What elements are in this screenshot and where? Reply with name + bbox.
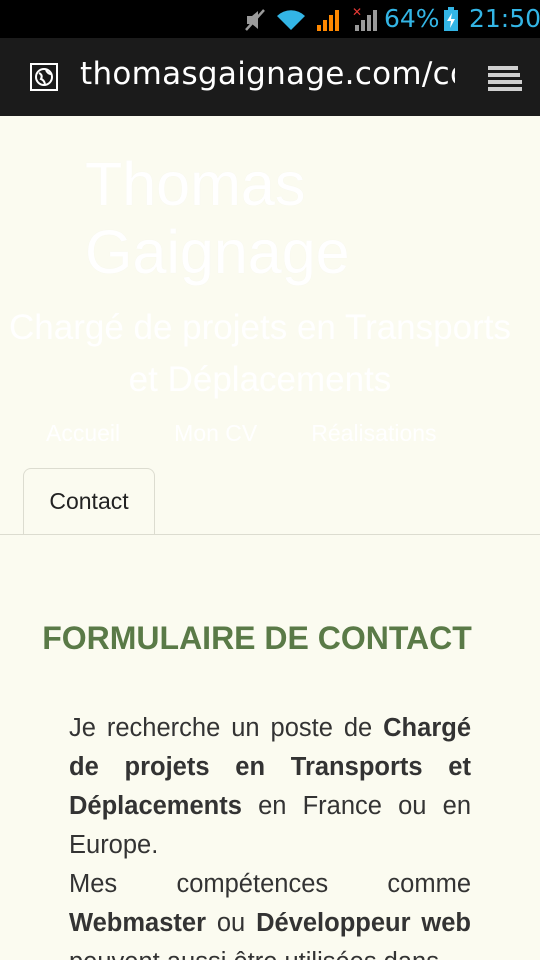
mute-icon — [245, 9, 265, 31]
battery-charging-icon — [444, 7, 458, 31]
text-strong: Développeur web — [256, 909, 471, 937]
wifi-icon — [277, 10, 305, 30]
nav-item-accueil[interactable]: Accueil — [46, 420, 120, 447]
intro-paragraph: Je recherche un poste de Chargé de proje… — [69, 709, 471, 960]
text-strong: Webmaster — [69, 909, 207, 937]
site-title: Thomas Gaignage — [85, 150, 350, 286]
url-field[interactable]: thomasgaignage.com/contact — [80, 56, 455, 92]
browser-toolbar: thomasgaignage.com/contact — [0, 38, 540, 116]
status-bar: ✕ 64% 21:50 — [0, 0, 540, 38]
signal-icon — [317, 10, 339, 31]
text: ou — [206, 909, 257, 937]
svg-text:✕: ✕ — [352, 6, 362, 19]
tabs-stack-icon[interactable] — [486, 64, 522, 92]
nav-divider — [0, 534, 540, 535]
clock: 21:50 — [469, 4, 540, 33]
text: Je recherche un poste de — [69, 714, 384, 742]
text: peuvent aussi être utilisées dans — [69, 948, 439, 960]
page-heading: FORMULAIRE DE CONTACT — [42, 620, 472, 656]
site-subtitle: Chargé de projets en Transports et Dépla… — [9, 308, 511, 399]
nav-item-mon-cv[interactable]: Mon CV — [174, 420, 257, 447]
text: Mes compétences comme — [69, 870, 471, 898]
globe-icon[interactable] — [30, 63, 58, 91]
no-signal-icon: ✕ — [352, 6, 377, 31]
status-icons: ✕ — [244, 6, 380, 32]
nav-item-realisations[interactable]: Réalisations — [311, 420, 436, 447]
nav-item-contact[interactable]: Contact — [23, 468, 155, 535]
battery-percent: 64% — [384, 4, 440, 33]
main-nav: Accueil Mon CV Réalisations — [46, 420, 437, 447]
